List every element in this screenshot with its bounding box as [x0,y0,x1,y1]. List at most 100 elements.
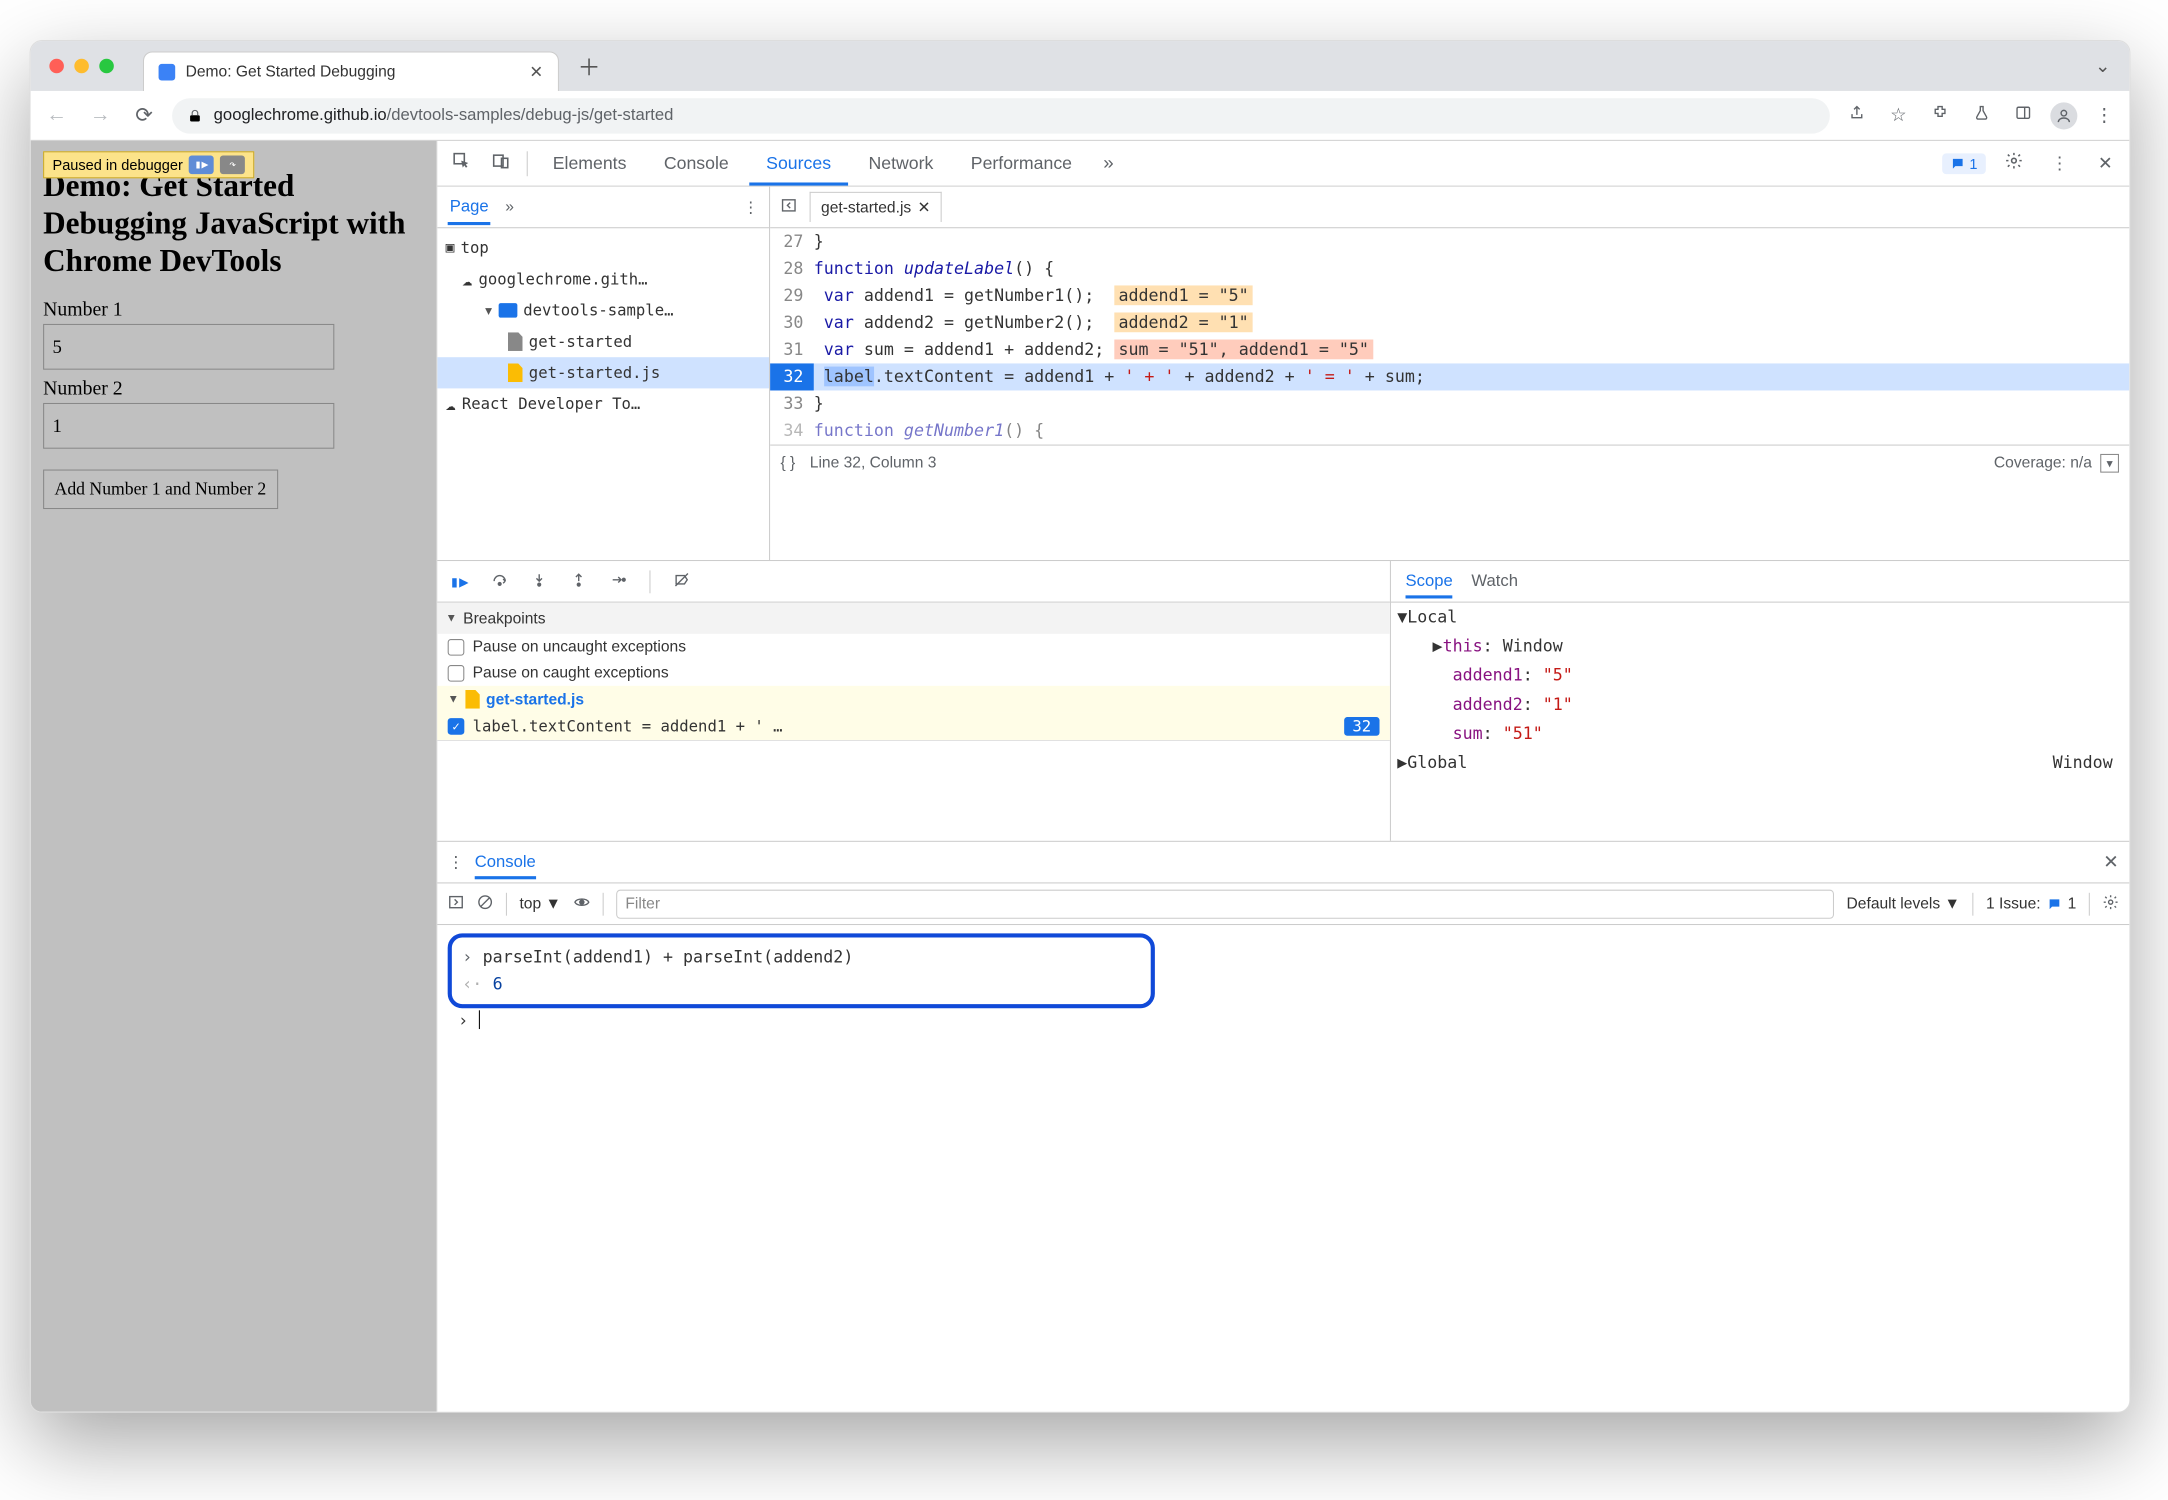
show-navigator-button[interactable] [774,197,803,218]
pretty-print-button[interactable]: { } [780,454,795,472]
paused-label: Paused in debugger [52,156,182,173]
num2-label: Number 2 [43,378,424,401]
scope-global[interactable]: ▶GlobalWindow [1397,748,2123,777]
close-tab-button[interactable]: ✕ [529,61,543,82]
live-expression-button[interactable] [573,893,590,914]
page-heading: Demo: Get Started Debugging JavaScript w… [43,168,424,280]
settings-button[interactable] [1996,151,2031,175]
console-issues-button[interactable]: 1 Issue: 1 [1986,895,2076,913]
maximize-window-button[interactable] [99,59,114,74]
url-text: googlechrome.github.io/devtools-samples/… [214,106,674,125]
tree-domain[interactable]: ☁googlechrome.gith… [437,264,769,295]
labs-button[interactable] [1967,104,1996,126]
tab-overflow-button[interactable]: ⌄ [2095,55,2119,77]
num1-input[interactable] [43,324,334,370]
step-button[interactable] [610,571,627,592]
pause-caught-checkbox[interactable]: Pause on caught exceptions [437,660,1390,686]
console-prompt[interactable] [479,1010,480,1029]
pause-uncaught-checkbox[interactable]: Pause on uncaught exceptions [437,634,1390,660]
console-output: 6 [493,971,503,998]
tree-file-js[interactable]: get-started.js [437,357,769,388]
coverage-dropdown[interactable]: ▾ [2100,453,2119,472]
close-file-button[interactable]: ✕ [917,198,930,217]
rendered-page: Paused in debugger ▮▶ ↷ Demo: Get Starte… [31,141,437,1412]
overlay-step-button[interactable]: ↷ [220,155,245,174]
close-window-button[interactable] [49,59,64,74]
breakpoints-header[interactable]: ▼Breakpoints [437,603,1390,634]
reload-button[interactable]: ⟳ [128,102,159,128]
drawer-menu-button[interactable]: ⋮ [448,852,465,873]
tab-network[interactable]: Network [852,141,950,186]
share-button[interactable] [1842,104,1871,126]
scope-this[interactable]: ▶this: Window [1397,632,2123,661]
device-toolbar-button[interactable] [483,151,518,175]
devtools-tabs: Elements Console Sources Network Perform… [437,141,2129,187]
tree-folder[interactable]: ▼devtools-sample… [437,295,769,326]
side-panel-button[interactable] [2009,104,2038,126]
deactivate-breakpoints-button[interactable] [673,571,690,592]
js-file-icon [508,363,523,382]
profile-button[interactable] [2050,102,2077,129]
issues-button[interactable]: 1 [1942,153,1985,174]
tab-console[interactable]: Console [647,141,745,186]
navigator-overflow-button[interactable]: » [505,198,514,216]
watch-tab[interactable]: Watch [1471,572,1518,591]
console-settings-button[interactable] [2102,893,2119,914]
navigator-menu-button[interactable]: ⋮ [743,198,759,217]
inspect-element-button[interactable] [444,151,479,175]
devtools-menu-button[interactable]: ⋮ [2042,153,2077,174]
lock-icon [187,107,204,124]
clear-console-button[interactable] [477,893,494,914]
editor-tab[interactable]: get-started.js ✕ [810,192,942,222]
step-over-button[interactable] [491,571,508,592]
editor-status-bar: { } Line 32, Column 3 Coverage: n/a▾ [770,445,2129,480]
cloud-icon: ☁ [446,394,456,414]
resume-button[interactable]: ▮▶ [450,572,469,591]
scope-tab[interactable]: Scope [1406,565,1453,598]
tab-elements[interactable]: Elements [536,141,643,186]
scope-local[interactable]: ▼Local [1397,603,2123,632]
console-drawer-tab[interactable]: Console [475,845,536,878]
url-field[interactable]: googlechrome.github.io/devtools-samples/… [172,98,1830,133]
tree-extension[interactable]: ☁React Developer To… [437,388,769,419]
add-button[interactable]: Add Number 1 and Number 2 [43,470,278,510]
console-drawer-header: ⋮ Console ✕ [437,842,2129,884]
collapse-icon: ▼ [485,304,492,318]
paused-overlay: Paused in debugger ▮▶ ↷ [43,151,254,178]
step-into-button[interactable] [531,571,548,592]
tab-performance[interactable]: Performance [954,141,1089,186]
close-devtools-button[interactable]: ✕ [2088,153,2123,174]
browser-tab[interactable]: Demo: Get Started Debugging ✕ [143,51,559,91]
console-sidebar-toggle[interactable] [448,893,465,914]
tree-top[interactable]: ▣top [437,232,769,263]
tree-file-html[interactable]: get-started [437,326,769,357]
close-drawer-button[interactable]: ✕ [2103,851,2119,873]
forward-button[interactable]: → [85,103,116,127]
console-filter-input[interactable]: Filter [616,889,1834,918]
address-bar: ← → ⟳ googlechrome.github.io/devtools-sa… [31,91,2130,141]
console-body[interactable]: ›parseInt(addend1) + parseInt(addend2) ‹… [437,925,2129,1038]
step-out-button[interactable] [570,571,587,592]
num2-input[interactable] [43,403,334,449]
minimize-window-button[interactable] [74,59,89,74]
cursor-position: Line 32, Column 3 [810,454,937,472]
breakpoint-file[interactable]: ▼get-started.js [437,686,1390,713]
breakpoint-entry[interactable]: ✓label.textContent = addend1 + ' …32 [437,713,1390,740]
folder-icon [498,303,517,318]
overlay-resume-button[interactable]: ▮▶ [189,155,214,174]
context-selector[interactable]: top ▼ [519,895,560,913]
log-levels-dropdown[interactable]: Default levels ▼ [1847,895,1960,913]
file-icon [508,332,523,351]
back-button[interactable]: ← [41,103,72,127]
scope-panel: Scope Watch ▼Local ▶this: Window addend1… [1391,561,2129,841]
extensions-button[interactable] [1926,104,1955,126]
new-tab-button[interactable]: ＋ [578,49,601,82]
console-toolbar: top ▼ Filter Default levels ▼ 1 Issue: 1 [437,883,2129,925]
debugger-toolbar: ▮▶ [437,561,1390,603]
navigator-page-tab[interactable]: Page [448,189,491,224]
bookmark-button[interactable]: ☆ [1884,104,1913,126]
tabs-overflow-button[interactable]: » [1093,152,1124,174]
browser-menu-button[interactable]: ⋮ [2090,104,2119,126]
code-area[interactable]: 27} 28function updateLabel() { 29 var ad… [770,228,2129,444]
tab-sources[interactable]: Sources [750,141,848,186]
